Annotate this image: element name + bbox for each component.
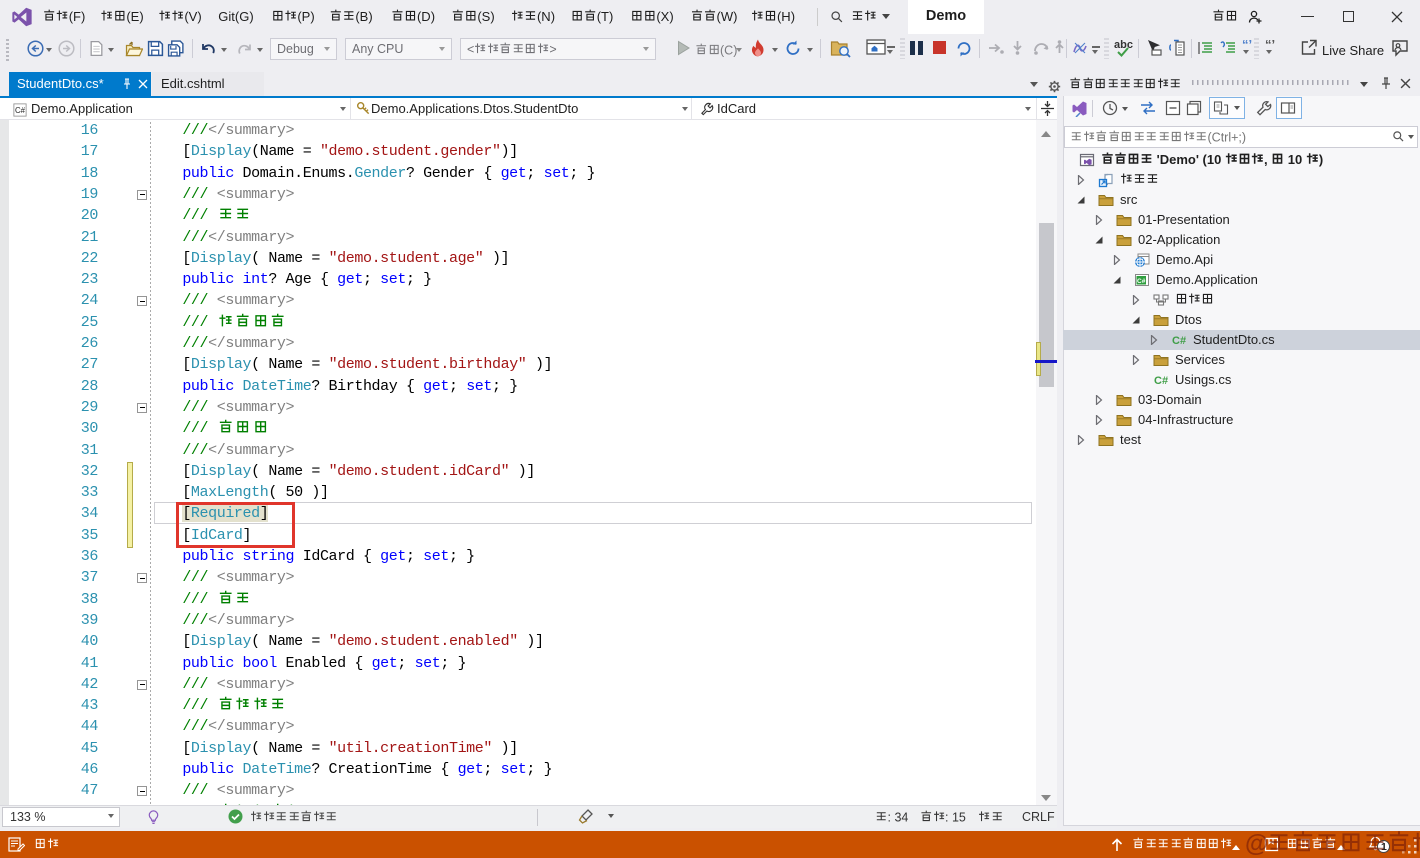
svg-text:C#: C# <box>1172 335 1186 347</box>
svg-text:C#: C# <box>1137 278 1146 285</box>
svg-text:C#: C# <box>1154 375 1168 387</box>
svg-text:C#: C# <box>15 106 26 115</box>
